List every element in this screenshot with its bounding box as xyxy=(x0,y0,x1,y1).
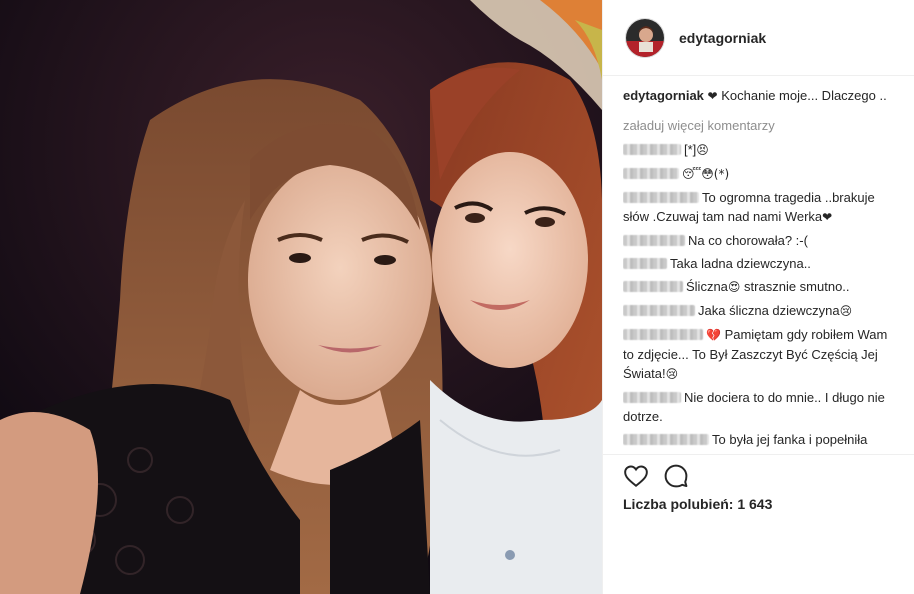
comment-emoji: 😣 xyxy=(696,143,709,157)
comment-text: Jaka śliczna dziewczyna xyxy=(698,303,840,318)
comment-username-blurred[interactable] xyxy=(623,258,667,269)
comments-list: edytagorniak ❤ Kochanie moje... Dlaczego… xyxy=(623,86,901,454)
comment-username-blurred[interactable] xyxy=(623,168,679,179)
comment-container: [*]😣 😴😳(*) To ogromna tragedia ..brakuje s… xyxy=(623,140,901,449)
comment-item: 😴😳(*) xyxy=(623,164,901,184)
comment-emoji: 😍 xyxy=(727,280,741,294)
comment-text: To była jej fanka i popełniła xyxy=(712,432,868,447)
comment-item: Nie dociera to do mnie.. I długo nie dot… xyxy=(623,388,901,426)
comment-text: [*] xyxy=(684,142,697,157)
comment-item: Taka ladna dziewczyna.. xyxy=(623,254,901,273)
comment-text: Śliczna xyxy=(686,279,728,294)
comment-username-blurred[interactable] xyxy=(623,144,681,155)
comment-emoji: 😴😳(*) xyxy=(682,167,730,181)
post-panel: edytagorniak edytagorniak ❤ Kochanie moj… xyxy=(602,0,914,594)
comment-text: Taka ladna dziewczyna.. xyxy=(670,256,811,271)
caption-text: Kochanie moje... Dlaczego .. xyxy=(721,88,887,103)
comment-username-blurred[interactable] xyxy=(623,392,681,403)
post-photo[interactable] xyxy=(0,0,602,594)
post-photo-illustration xyxy=(0,0,602,594)
comment-username-blurred[interactable] xyxy=(623,305,695,316)
comment-username-blurred[interactable] xyxy=(623,235,685,246)
avatar-image xyxy=(626,18,664,57)
comment-item: Śliczna😍 strasznie smutno.. xyxy=(623,277,901,297)
caption: edytagorniak ❤ Kochanie moje... Dlaczego… xyxy=(623,86,901,108)
header-username[interactable]: edytagorniak xyxy=(679,30,766,46)
heart-emoji: ❤ xyxy=(707,89,718,103)
heart-icon[interactable] xyxy=(623,463,649,489)
comment-item: Jaka śliczna dziewczyna😢 xyxy=(623,301,901,321)
comment-username-blurred[interactable] xyxy=(623,329,703,340)
comment-emoji: 💔 xyxy=(706,328,721,342)
comment-username-blurred[interactable] xyxy=(623,281,683,292)
comment-icon[interactable] xyxy=(663,463,689,489)
likes-count[interactable]: Liczba polubień: 1 643 xyxy=(623,496,772,512)
comment-item: Na co chorowała? :-( xyxy=(623,231,901,250)
post-header: edytagorniak xyxy=(603,0,914,76)
avatar[interactable] xyxy=(625,17,665,58)
load-more-comments[interactable]: załaduj więcej komentarzy xyxy=(623,116,901,136)
action-icons xyxy=(623,463,689,489)
comment-username-blurred[interactable] xyxy=(623,192,699,203)
comment-item: [*]😣 xyxy=(623,140,901,160)
comment-username-blurred[interactable] xyxy=(623,434,709,445)
caption-username[interactable]: edytagorniak xyxy=(623,88,704,103)
comment-emoji: 😢 xyxy=(665,367,679,381)
comment-item: To była jej fanka i popełniła xyxy=(623,430,901,449)
comment-text-continued: strasznie smutno.. xyxy=(740,279,850,294)
comment-emoji: ❤ xyxy=(822,210,833,224)
action-bar: Liczba polubień: 1 643 xyxy=(603,454,914,594)
comment-item: To ogromna tragedia ..brakuje słów .Czuw… xyxy=(623,188,901,227)
comment-item: 💔 Pamiętam gdy robiłem Wam to zdjęcie...… xyxy=(623,325,901,384)
comment-emoji: 😢 xyxy=(839,304,853,318)
comment-text: Na co chorowała? :-( xyxy=(688,233,808,248)
